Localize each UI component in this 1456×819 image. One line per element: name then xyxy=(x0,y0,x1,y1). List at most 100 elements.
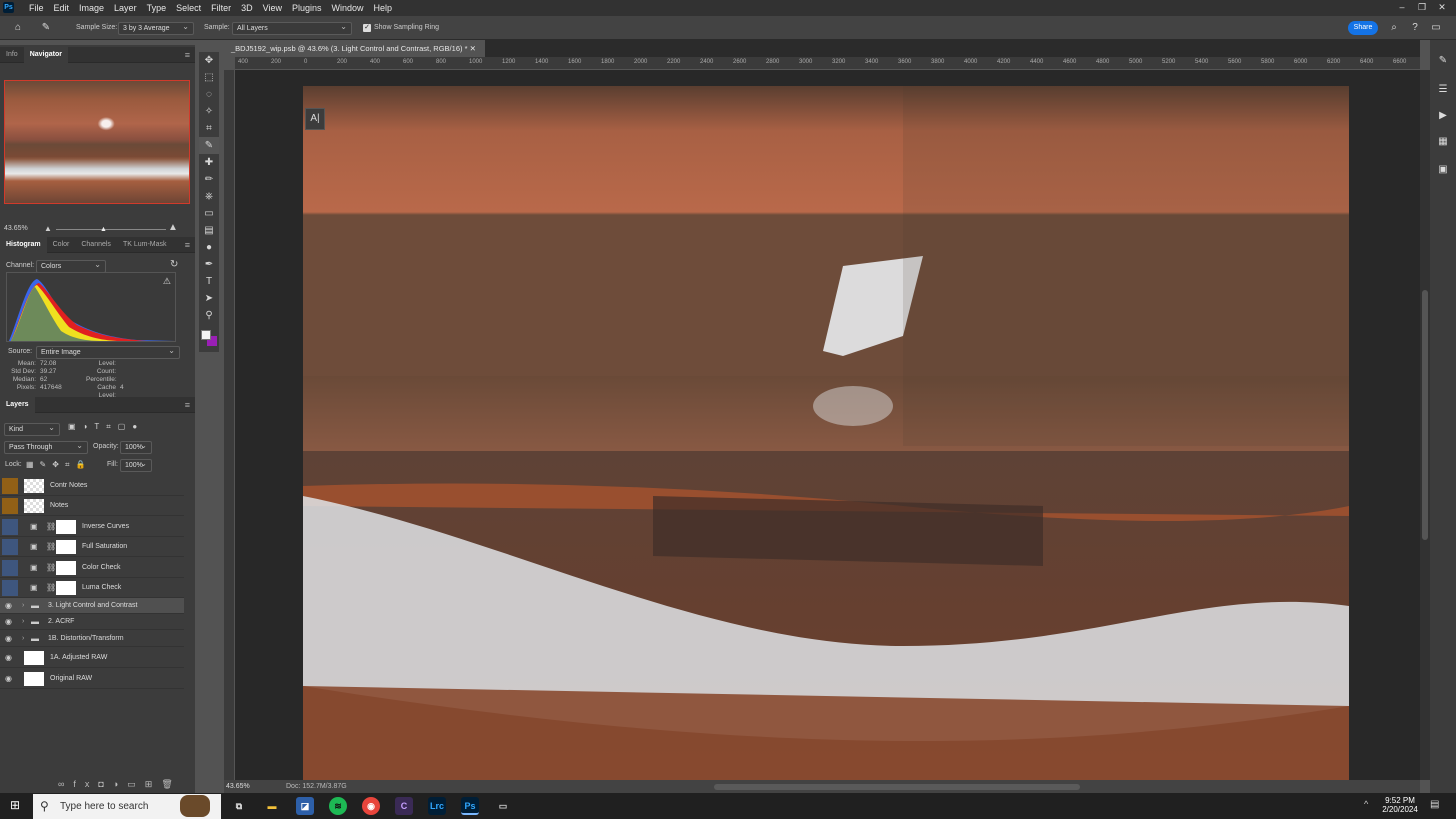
refresh-icon[interactable]: ↻ xyxy=(170,259,178,270)
chrome-icon[interactable]: ◉ xyxy=(362,797,380,815)
opacity-input[interactable]: 100% xyxy=(120,440,152,454)
menu-item[interactable]: View xyxy=(258,0,287,16)
healing-brush-icon[interactable]: ✚ xyxy=(199,154,219,171)
navigator-preview[interactable] xyxy=(4,80,190,204)
scrollbar-thumb[interactable] xyxy=(1422,290,1428,540)
lasso-tool-icon[interactable]: ◌ xyxy=(199,86,219,103)
properties-icon[interactable]: ☰ xyxy=(1437,84,1449,96)
layer-row[interactable]: Notes xyxy=(0,496,184,516)
panel-tab[interactable]: Histogram xyxy=(0,237,47,253)
task-view-icon[interactable]: ⧉ xyxy=(230,797,248,815)
panel-tab[interactable]: Navigator xyxy=(23,47,68,63)
search-highlight-icon[interactable] xyxy=(180,795,210,817)
layer-row[interactable]: ▣ ⛓ Full Saturation xyxy=(0,537,184,557)
photoshop-logo-icon[interactable]: Ps xyxy=(3,2,14,13)
panel-menu-icon[interactable]: ≡ xyxy=(179,47,195,63)
panel-tab[interactable]: Channels xyxy=(75,237,117,253)
menu-item[interactable]: Help xyxy=(369,0,398,16)
layer-row[interactable]: ◉ 1A. Adjusted RAW xyxy=(0,648,184,668)
zoom-slider[interactable] xyxy=(56,229,166,230)
menu-item[interactable]: Image xyxy=(74,0,109,16)
close-tab-icon[interactable]: ✕ xyxy=(470,44,476,53)
search-icon[interactable]: ⌕ xyxy=(1388,22,1400,34)
status-zoom[interactable]: 43.65% xyxy=(226,780,250,794)
zoom-slider-handle[interactable]: ▲ xyxy=(100,226,107,233)
path-select-icon[interactable]: ➤ xyxy=(199,290,219,307)
layer-row[interactable]: ▣ ⛓ Inverse Curves xyxy=(0,517,184,537)
panel-tab[interactable]: TK Lum-Mask xyxy=(117,237,173,253)
editor-app-icon[interactable]: C xyxy=(395,797,413,815)
eyedropper-icon[interactable]: ✎ xyxy=(199,137,219,154)
layer-mask-thumbnail[interactable] xyxy=(56,561,76,575)
panel-tab[interactable]: Color xyxy=(47,237,76,253)
spotify-icon[interactable]: ≋ xyxy=(329,797,347,815)
lock-icons[interactable]: ▦✎✥⌗🔒 xyxy=(26,460,91,470)
group-chevron-icon[interactable]: › xyxy=(22,614,24,630)
workspace-icon[interactable]: ▭ xyxy=(1430,22,1442,34)
layer-mask-thumbnail[interactable] xyxy=(56,540,76,554)
layer-row[interactable]: ◉ › ▬ 1B. Distortion/Transform xyxy=(0,631,184,647)
vertical-scrollbar[interactable] xyxy=(1420,70,1430,780)
notification-icon[interactable]: ▤ xyxy=(1430,799,1439,810)
libraries-icon[interactable]: ▦ xyxy=(1437,136,1449,148)
window-control-button[interactable]: ✕ xyxy=(1432,0,1452,14)
panel-menu-icon[interactable]: ≡ xyxy=(179,237,195,253)
ruler-vertical[interactable] xyxy=(224,70,235,780)
document-image[interactable]: A| xyxy=(303,86,1349,780)
link-icon[interactable]: ⛓ xyxy=(46,517,56,537)
zoom-out-icon[interactable]: ▲ xyxy=(44,224,52,233)
window-control-button[interactable]: – xyxy=(1392,0,1412,14)
navigator-zoom[interactable]: 43.65% xyxy=(4,225,28,232)
pen-tool-icon[interactable]: ✒ xyxy=(199,256,219,273)
floating-panel-icon[interactable]: A| xyxy=(305,108,325,130)
tray-chevron-icon[interactable]: ^ xyxy=(1364,799,1368,809)
glyphs-icon[interactable]: ▣ xyxy=(1437,164,1449,176)
layer-row[interactable]: ◉ Original RAW xyxy=(0,669,184,689)
magic-wand-icon[interactable]: ✧ xyxy=(199,103,219,120)
layer-row[interactable]: ▣ ⛓ Color Check xyxy=(0,558,184,578)
tab-layers[interactable]: Layers xyxy=(0,397,35,413)
gradient-tool-icon[interactable]: ▤ xyxy=(199,222,219,239)
layer-mask-thumbnail[interactable] xyxy=(56,581,76,595)
menu-item[interactable]: 3D xyxy=(236,0,258,16)
actions-play-icon[interactable]: ▶ xyxy=(1437,110,1449,122)
menu-item[interactable]: Select xyxy=(171,0,206,16)
photoshop-taskbar-icon[interactable]: Ps xyxy=(461,797,479,815)
layer-filter-icons[interactable]: ▣◑T⌗▢● xyxy=(68,422,144,432)
menu-item[interactable]: Layer xyxy=(109,0,142,16)
visibility-eye-icon[interactable]: ◉ xyxy=(5,598,15,614)
foreground-color-swatch[interactable] xyxy=(201,330,211,340)
visibility-eye-icon[interactable]: ◉ xyxy=(5,631,15,647)
menu-item[interactable]: Filter xyxy=(206,0,236,16)
fill-input[interactable]: 100% xyxy=(120,458,152,472)
link-icon[interactable]: ⛓ xyxy=(46,537,56,557)
screen-app-icon[interactable]: ▭ xyxy=(494,797,512,815)
sample-size-dropdown[interactable]: 3 by 3 Average xyxy=(118,21,194,35)
eyedropper-tool-icon[interactable]: ✎ xyxy=(40,22,52,34)
adjust-panel-icon[interactable]: ✎ xyxy=(1437,55,1449,67)
layer-mask-thumbnail[interactable] xyxy=(56,520,76,534)
brush-tool-icon[interactable]: ✏ xyxy=(199,171,219,188)
window-control-button[interactable]: ❐ xyxy=(1412,0,1432,14)
warning-icon[interactable]: ⚠ xyxy=(163,276,171,287)
sampling-ring-checkbox[interactable]: ✓ xyxy=(363,24,371,32)
layers-menu-icon[interactable]: ≡ xyxy=(179,397,195,413)
menu-item[interactable]: Plugins xyxy=(287,0,327,16)
zoom-in-icon[interactable]: ▲ xyxy=(168,222,178,233)
layer-row[interactable]: ◉ › ▬ 2. ACRF xyxy=(0,614,184,630)
panel-tab[interactable]: Info xyxy=(0,47,24,63)
source-dropdown[interactable]: Entire Image xyxy=(36,345,180,359)
sample-dropdown[interactable]: All Layers xyxy=(232,21,352,35)
link-icon[interactable]: ⛓ xyxy=(46,558,56,578)
blur-tool-icon[interactable]: ● xyxy=(199,239,219,256)
color-swatches[interactable] xyxy=(199,324,219,364)
home-icon[interactable]: ⌂ xyxy=(12,22,24,34)
windows-start-icon[interactable]: ⊞ xyxy=(10,799,22,811)
menu-item[interactable]: File xyxy=(24,0,49,16)
visibility-eye-icon[interactable]: ◉ xyxy=(5,669,15,689)
taskbar-clock[interactable]: 9:52 PM 2/20/2024 xyxy=(1378,796,1422,814)
menu-item[interactable]: Edit xyxy=(49,0,75,16)
layer-row[interactable]: ▣ ⛓ Luma Check xyxy=(0,578,184,598)
visibility-eye-icon[interactable]: ◉ xyxy=(5,648,15,668)
group-chevron-icon[interactable]: › xyxy=(22,631,24,647)
